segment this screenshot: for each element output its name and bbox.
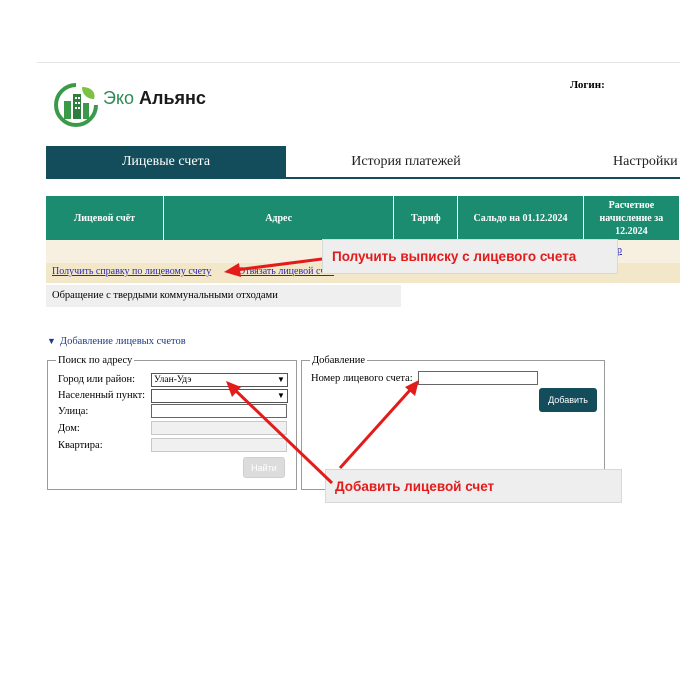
accounts-table: Лицевой счёт Адрес Тариф Сальдо на 01.12… [46,196,680,240]
col-account: Лицевой счёт [46,196,164,240]
house-input[interactable] [151,421,287,435]
find-button[interactable]: Найти [243,457,285,478]
account-number-input[interactable] [418,371,538,385]
chevron-down-icon: ▼ [277,375,285,384]
main-tabs: Лицевые счета История платежей Настройки [46,146,680,178]
account-number-label: Номер лицевого счета: [311,373,413,384]
logo-text-eco: Эко [103,88,135,108]
logo-wordmark: Эко Альянс [103,88,206,109]
callout-add-account: Добавить лицевой счет [325,469,622,503]
col-address: Адрес [163,196,395,240]
tab-payment-history[interactable]: История платежей [286,146,526,178]
city-select-value: Улан-Удэ [154,375,192,385]
apartment-input[interactable] [151,438,287,452]
add-account-button[interactable]: Добавить [539,388,597,412]
settlement-select[interactable]: ▼ [151,389,288,403]
unlink-account-link[interactable]: Отвязать лицевой счет [238,266,334,277]
triangle-down-icon: ▼ [47,336,56,346]
street-input[interactable] [151,404,287,418]
apartment-label: Квартира: [58,440,103,451]
house-label: Дом: [58,423,80,434]
add-account-legend: Добавление [312,355,366,366]
col-tariff: Тариф [393,196,459,240]
settlement-label: Населенный пункт: [58,390,146,401]
tab-settings[interactable]: Настройки [613,146,678,178]
eco-alliance-logo-icon [54,83,98,127]
accounts-table-header: Лицевой счёт Адрес Тариф Сальдо на 01.12… [46,196,680,240]
login-label: Логин: [570,79,605,91]
solid-waste-service-row: Обращение с твердыми коммунальными отход… [46,285,401,307]
top-divider [37,62,680,63]
tabs-underline [46,177,680,179]
col-charges: Расчетное начисление за 12.2024 [583,196,680,240]
city-label: Город или район: [58,374,135,385]
add-accounts-toggle[interactable]: ▼ Добавление лицевых счетов [47,336,186,347]
add-accounts-title: Добавление лицевых счетов [59,336,186,347]
logo-text-alliance: Альянс [139,88,206,108]
street-label: Улица: [58,406,89,417]
callout-get-statement: Получить выписку с лицевого счета [322,239,618,274]
chevron-down-icon: ▼ [277,391,285,400]
tab-personal-accounts[interactable]: Лицевые счета [46,146,286,178]
search-by-address-legend: Поиск по адресу [58,355,133,366]
get-certificate-link[interactable]: Получить справку по лицевому счету [52,266,211,277]
city-select[interactable]: Улан-Удэ ▼ [151,373,288,387]
col-balance: Сальдо на 01.12.2024 [457,196,584,240]
